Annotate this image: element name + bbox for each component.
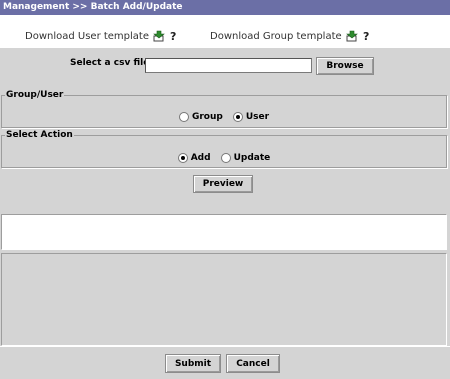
submit-button[interactable]: Submit (165, 354, 221, 373)
group-user-legend: Group/User (5, 90, 65, 100)
batch-form-panel: Select a csv file: Browse Group/User Gro… (0, 48, 450, 379)
svg-text:?: ? (170, 30, 176, 42)
update-radio-option[interactable]: Update (220, 153, 271, 163)
csv-file-input[interactable] (145, 58, 312, 73)
select-action-fieldset: Select Action Add Update (1, 130, 447, 168)
group-radio[interactable] (178, 112, 189, 122)
csv-file-label: Select a csv file: (70, 58, 153, 68)
page-title: Management >> Batch Add/Update (3, 2, 183, 12)
download-arrow-icon[interactable] (345, 30, 359, 42)
help-question-icon[interactable]: ? (363, 30, 371, 42)
group-radio-option[interactable]: Group (178, 112, 223, 122)
select-action-legend: Select Action (5, 130, 74, 140)
file-select-row: Select a csv file: Browse (0, 53, 450, 75)
footer-divider (0, 346, 450, 347)
group-user-fieldset: Group/User Group User (1, 90, 447, 128)
group-user-options: Group User (2, 112, 446, 122)
user-radio-option[interactable]: User (232, 112, 270, 122)
help-question-icon[interactable]: ? (170, 30, 178, 42)
select-action-options: Add Update (2, 153, 446, 163)
browse-button[interactable]: Browse (316, 57, 374, 75)
download-user-template[interactable]: Download User template ? (25, 28, 178, 44)
add-radio-option[interactable]: Add (177, 153, 211, 163)
add-radio[interactable] (177, 153, 188, 163)
download-user-template-link[interactable]: Download User template (25, 31, 149, 42)
cancel-button[interactable]: Cancel (226, 354, 280, 373)
user-radio[interactable] (232, 112, 243, 122)
results-area (1, 253, 447, 346)
svg-text:?: ? (363, 30, 369, 42)
user-radio-label: User (245, 112, 270, 122)
update-radio[interactable] (220, 153, 231, 163)
download-group-template-link[interactable]: Download Group template (210, 31, 342, 42)
page-title-bar: Management >> Batch Add/Update (0, 0, 450, 15)
download-arrow-icon[interactable] (153, 30, 166, 42)
add-radio-label: Add (190, 153, 211, 163)
download-group-template[interactable]: Download Group template ? (210, 28, 371, 44)
group-radio-label: Group (191, 112, 223, 122)
update-radio-label: Update (233, 153, 271, 163)
preview-button[interactable]: Preview (193, 175, 253, 193)
preview-output-area (1, 214, 447, 250)
